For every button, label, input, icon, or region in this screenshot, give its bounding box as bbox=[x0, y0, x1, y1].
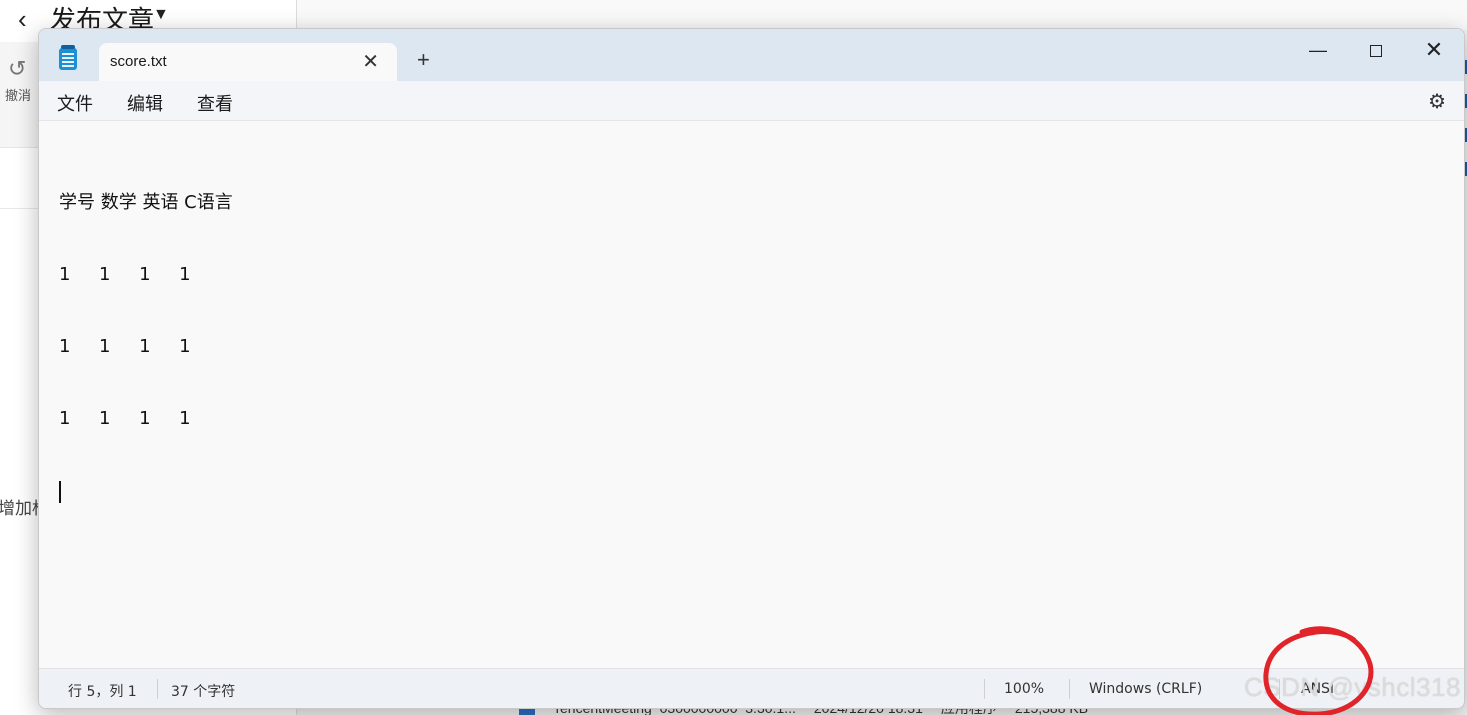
notepad-window: score.txt ✕ + — ✕ 文件 编辑 查看 ⚙ 学号 数学 英语 C语… bbox=[38, 28, 1465, 709]
gear-icon[interactable]: ⚙ bbox=[1428, 89, 1446, 114]
tab-score-txt[interactable]: score.txt ✕ bbox=[99, 43, 397, 81]
menu-edit[interactable]: 编辑 bbox=[127, 90, 163, 116]
maximize-icon bbox=[1370, 45, 1382, 58]
close-icon[interactable]: ✕ bbox=[362, 49, 379, 74]
text-editor[interactable]: 学号 数学 英语 C语言 1 1 1 1 1 1 1 1 1 1 1 1 bbox=[39, 121, 1464, 668]
caret-down-icon[interactable]: ▼ bbox=[153, 6, 169, 24]
tab-title: score.txt bbox=[110, 53, 167, 70]
chevron-left-icon[interactable]: ‹ bbox=[18, 4, 27, 35]
annotation-stroke bbox=[1263, 626, 1374, 715]
notepad-icon bbox=[59, 45, 77, 70]
text-line: 1 1 1 1 bbox=[59, 336, 191, 357]
status-divider bbox=[1069, 679, 1070, 699]
maximize-button[interactable] bbox=[1348, 35, 1404, 69]
text-line: 学号 数学 英语 C语言 bbox=[59, 192, 233, 213]
vertical-scrollbar[interactable] bbox=[1452, 121, 1464, 668]
status-divider bbox=[984, 679, 985, 699]
text-line: 1 1 1 1 bbox=[59, 408, 191, 429]
status-divider bbox=[157, 679, 158, 699]
minimize-button[interactable]: — bbox=[1290, 35, 1346, 69]
close-icon: ✕ bbox=[1424, 37, 1444, 62]
menu-bar: 文件 编辑 查看 ⚙ bbox=[39, 81, 1464, 121]
minimize-icon: — bbox=[1309, 40, 1327, 60]
character-count: 37 个字符 bbox=[171, 684, 236, 700]
line-ending[interactable]: Windows (CRLF) bbox=[1089, 681, 1202, 697]
plus-icon[interactable]: + bbox=[417, 47, 430, 73]
text-line: 1 1 1 1 bbox=[59, 264, 191, 285]
undo-label: 撤消 bbox=[5, 89, 32, 104]
menu-file[interactable]: 文件 bbox=[57, 90, 93, 116]
window-close-button[interactable]: ✕ bbox=[1406, 35, 1462, 69]
red-annotation-circle bbox=[1263, 626, 1374, 715]
explorer-toolbar bbox=[297, 0, 1467, 30]
editor-content[interactable]: 学号 数学 英语 C语言 1 1 1 1 1 1 1 1 1 1 1 1 bbox=[59, 143, 233, 551]
text-cursor bbox=[59, 481, 61, 503]
title-bar[interactable]: score.txt ✕ + — ✕ bbox=[39, 29, 1464, 81]
cursor-position: 行 5，列 1 bbox=[68, 684, 137, 700]
menu-view[interactable]: 查看 bbox=[197, 90, 233, 116]
undo-icon[interactable]: ↺ bbox=[8, 56, 26, 82]
zoom-level[interactable]: 100% bbox=[1004, 681, 1044, 697]
